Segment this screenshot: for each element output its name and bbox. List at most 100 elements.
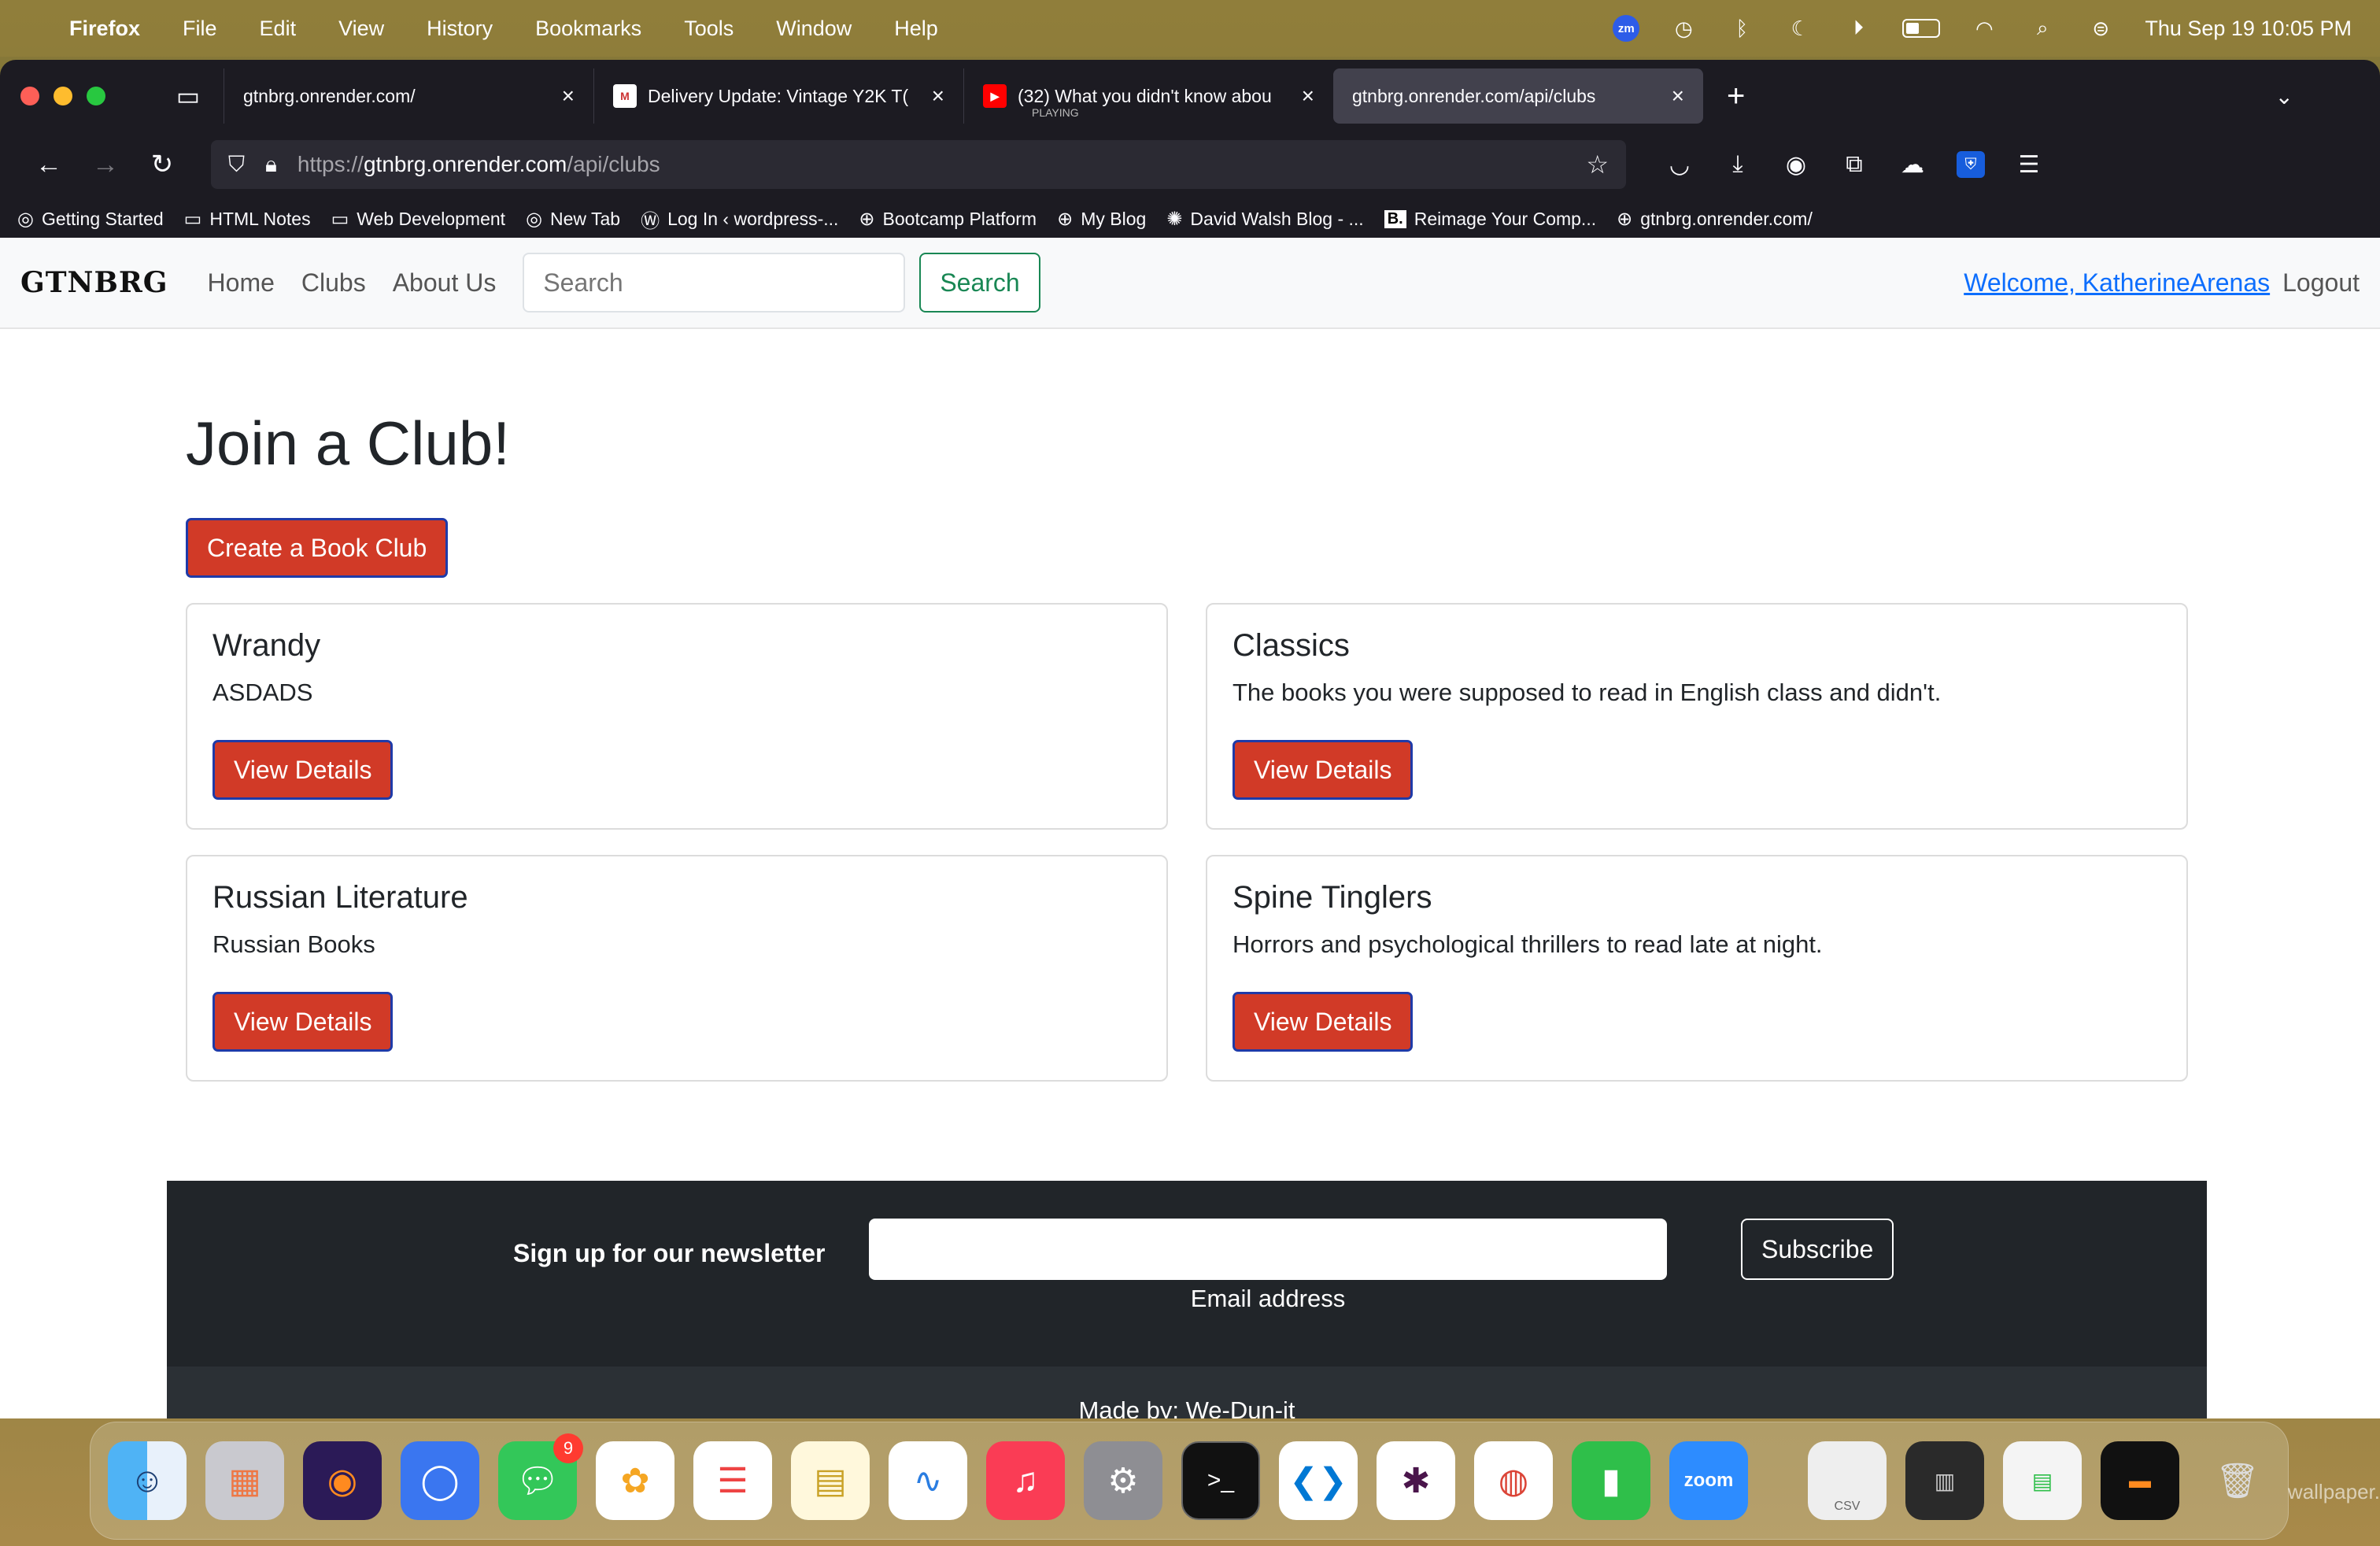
view-details-button[interactable]: View Details [213,740,394,800]
bookmark-reimage[interactable]: B. Reimage Your Comp... [1384,209,1596,230]
menu-edit[interactable]: Edit [260,17,297,41]
view-details-button[interactable]: View Details [1232,992,1414,1052]
battery-icon[interactable] [1902,19,1941,38]
menu-window[interactable]: Window [776,17,852,41]
bookmark-html-notes[interactable]: ▭ HTML Notes [184,208,311,231]
focus-moon-icon[interactable]: ☾ [1786,17,1814,40]
account-icon[interactable]: ◉ [1782,151,1810,179]
downloads-icon[interactable]: ⤓ [1724,151,1752,179]
bookmark-gtnbrg[interactable]: ⊕ gtnbrg.onrender.com/ [1617,208,1813,231]
url-text[interactable]: https://gtnbrg.onrender.com/api/clubs [298,152,1586,177]
minimized-window-thumbnail[interactable]: ▥ [1905,1441,1984,1520]
finder-icon[interactable]: ☺ [108,1441,187,1520]
back-arrow-icon[interactable]: ← [20,150,77,180]
globe-icon: ⊕ [1617,208,1633,230]
now-playing-icon[interactable]: ⏵ [1844,16,1872,40]
extensions-icon[interactable]: ⧉ [1840,151,1868,179]
reload-icon[interactable]: ↻ [134,149,190,180]
menu-history[interactable]: History [427,17,493,41]
close-tab-icon[interactable]: × [932,83,944,109]
zoom-icon[interactable]: zoom [1669,1441,1748,1520]
menu-file[interactable]: File [183,17,217,41]
control-center-icon[interactable]: ⊜ [2086,17,2115,40]
bookmark-web-development[interactable]: ▭ Web Development [331,208,505,231]
chrome-icon[interactable]: ◍ [1474,1441,1553,1520]
photos-icon[interactable]: ✿ [596,1441,674,1520]
logout-link[interactable]: Logout [2282,268,2360,298]
bookmark-wordpress[interactable]: Ⓦ Log In ‹ wordpress-... [641,205,838,233]
search-input[interactable] [523,253,906,313]
system-settings-icon[interactable]: ⚙ [1084,1441,1162,1520]
forward-arrow-icon[interactable]: → [77,150,134,180]
bookmark-bootcamp-platform[interactable]: ⊕ Bootcamp Platform [859,208,1037,231]
bluetooth-icon[interactable]: ᛒ [1728,17,1756,40]
create-book-club-button[interactable]: Create a Book Club [186,518,449,578]
welcome-user-link[interactable]: Welcome, KatherineArenas [1964,268,2270,298]
shield-icon[interactable]: ⛉ [228,152,245,178]
lock-icon[interactable]: 🔒︎ [265,152,277,178]
reminders-icon[interactable]: ☰ [693,1441,772,1520]
close-tab-icon[interactable]: × [1672,83,1684,109]
menu-tools[interactable]: Tools [684,17,734,41]
zoom-window-button[interactable] [87,87,105,105]
nav-about-link[interactable]: About Us [393,268,497,298]
close-tab-icon[interactable]: × [562,83,575,109]
nav-home-link[interactable]: Home [208,268,275,298]
tab-delivery-update[interactable]: M Delivery Update: Vintage Y2K T( × [593,68,963,124]
music-icon[interactable]: ♫ [986,1441,1065,1520]
chevron-down-icon[interactable]: ⌄ [2275,83,2293,109]
csv-document-icon[interactable]: CSV [1808,1441,1887,1520]
newsletter-email-input[interactable] [869,1219,1667,1280]
bookmark-new-tab[interactable]: ◎ New Tab [526,208,620,231]
freeform-icon[interactable]: ∿ [889,1441,967,1520]
tab-title: gtnbrg.onrender.com/ [243,85,416,106]
trash-icon[interactable]: 🗑︎ [2198,1441,2277,1520]
spotlight-search-icon[interactable]: ⌕ [2028,16,2057,40]
pocket-icon[interactable]: ◡ [1665,151,1694,179]
hamburger-menu-icon[interactable]: ☰ [2015,151,2043,179]
firefox-dock-icon[interactable]: ◉ [303,1441,382,1520]
globe-icon: ⊕ [859,208,875,230]
search-button[interactable]: Search [919,253,1040,313]
menu-help[interactable]: Help [894,17,938,41]
menu-view[interactable]: View [338,17,384,41]
wifi-icon[interactable]: ◠ [1970,17,1998,40]
address-bar[interactable]: ⛉ 🔒︎ https://gtnbrg.onrender.com/api/clu… [211,140,1626,189]
notes-icon[interactable]: ▤ [791,1441,870,1520]
signal-icon[interactable]: ◯ [401,1441,479,1520]
view-details-button[interactable]: View Details [1232,740,1414,800]
firefox-view-icon[interactable]: ▭ [168,81,208,111]
messages-icon[interactable]: 💬︎ 9 [498,1433,583,1520]
bookmark-david-walsh-blog[interactable]: ✺ David Walsh Blog - ... [1166,208,1363,231]
tab-gtnbrg-home[interactable]: gtnbrg.onrender.com/ × [224,68,593,124]
terminal-icon[interactable]: >_ [1181,1441,1260,1520]
new-tab-icon[interactable]: + [1727,79,1745,114]
close-window-button[interactable] [20,87,39,105]
view-details-button[interactable]: View Details [213,992,394,1052]
menu-app-name[interactable]: Firefox [69,17,140,41]
bitwarden-icon[interactable]: ⛨ [1957,150,1985,178]
menu-bookmarks[interactable]: Bookmarks [535,17,641,41]
slack-icon[interactable]: ✱ [1377,1441,1455,1520]
minimize-window-button[interactable] [54,87,72,105]
numbers-icon[interactable]: ▮ [1572,1441,1650,1520]
menu-clock[interactable]: Thu Sep 19 10:05 PM [2145,17,2352,41]
extension-badge-icon[interactable]: ☁ [1898,151,1927,179]
close-tab-icon[interactable]: × [1302,83,1314,109]
subscribe-button[interactable]: Subscribe [1741,1219,1894,1280]
site-brand[interactable]: GTNBRG [20,266,168,299]
club-grid: Wrandy ASDADS View Details Classics The … [186,603,2188,1082]
time-machine-icon[interactable]: ◷ [1669,17,1698,40]
tab-gtnbrg-clubs[interactable]: gtnbrg.onrender.com/api/clubs × [1333,68,1703,124]
wallpaper-label: wallpaper. [2287,1480,2380,1503]
vscode-icon[interactable]: ❮❯ [1279,1441,1358,1520]
tab-youtube[interactable]: ▶ (32) What you didn't know abou PLAYING… [963,68,1333,124]
nav-clubs-link[interactable]: Clubs [301,268,366,298]
bookmark-my-blog[interactable]: ⊕ My Blog [1057,208,1146,231]
minimized-window-thumbnail[interactable]: ▬ [2101,1441,2179,1520]
launchpad-icon[interactable]: ▦ [205,1441,284,1520]
minimized-window-thumbnail[interactable]: ▤ [2003,1441,2082,1520]
zoom-status-icon[interactable]: zm [1613,15,1640,42]
bookmark-getting-started[interactable]: ◎ Getting Started [17,208,164,231]
bookmark-star-icon[interactable]: ☆ [1586,150,1609,179]
